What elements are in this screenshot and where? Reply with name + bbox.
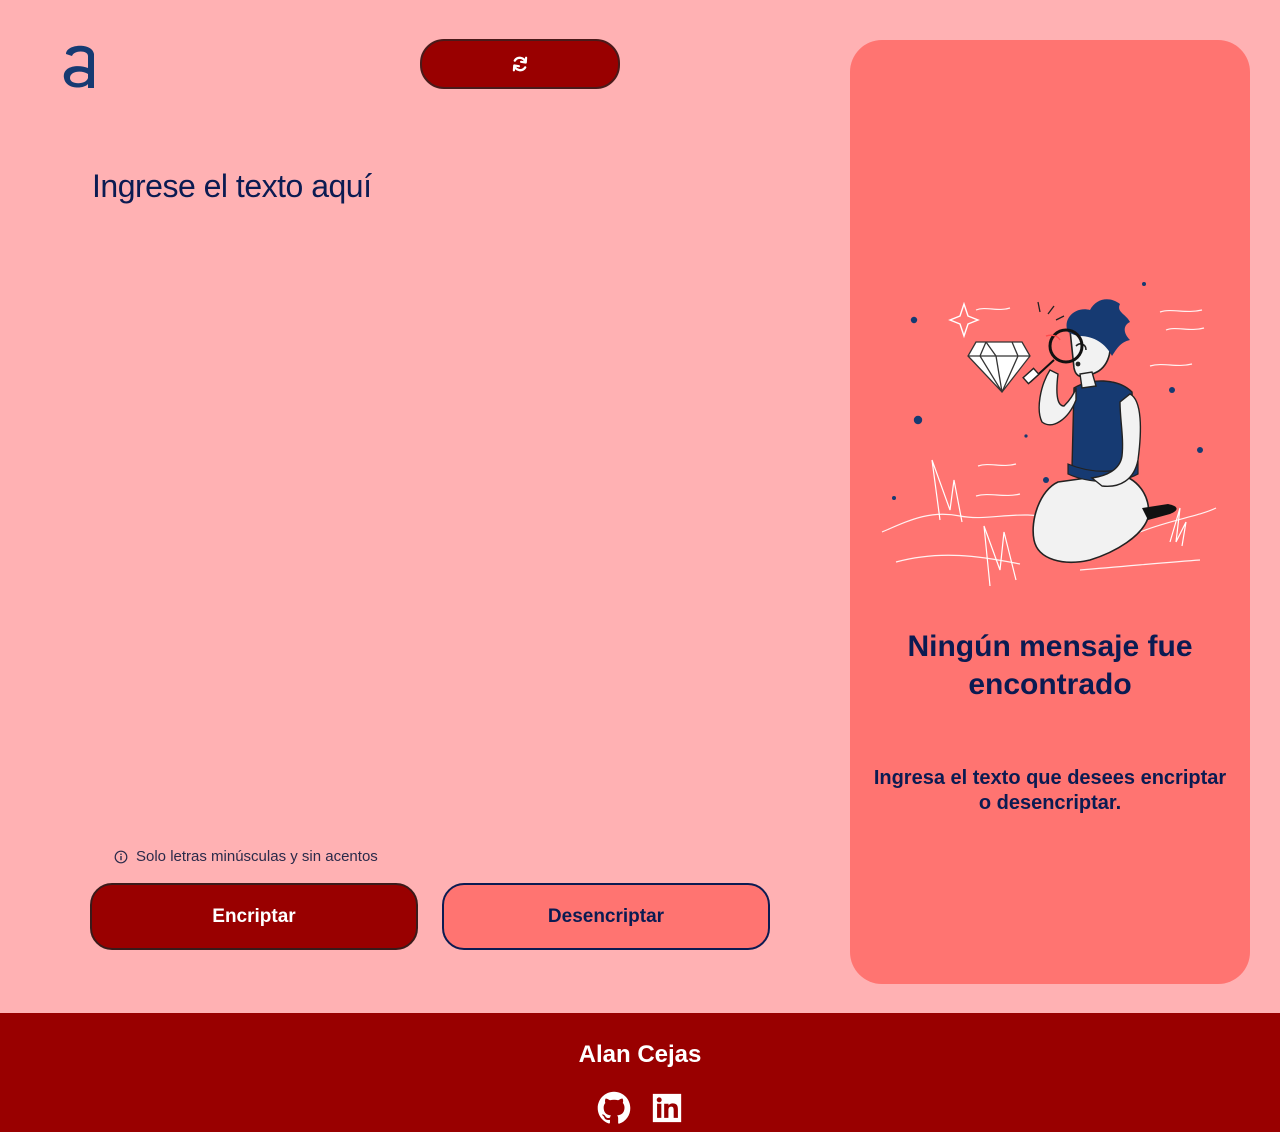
hint-text: Solo letras minúsculas y sin acentos — [136, 848, 378, 865]
info-icon — [114, 850, 128, 863]
theme-toggle-button[interactable] — [420, 39, 620, 89]
person-magnifying-glass-illustration — [881, 282, 1217, 587]
no-message-title: Ningún mensaje fue encontrado — [907, 630, 1193, 701]
linkedin-link[interactable] — [650, 1091, 684, 1125]
decrypt-button[interactable]: Desencriptar — [442, 883, 770, 950]
github-icon — [597, 1091, 631, 1124]
github-link[interactable] — [597, 1091, 631, 1125]
input-hint: Solo letras minúsculas y sin acentos — [114, 848, 378, 865]
refresh-icon — [512, 56, 528, 72]
message-input[interactable] — [92, 168, 772, 808]
author-name: Alan Cejas — [578, 1041, 702, 1068]
letter-a-logo — [62, 40, 98, 90]
linkedin-icon — [652, 1093, 682, 1123]
encrypt-button[interactable]: Encriptar — [90, 883, 418, 950]
result-panel: Ningún mensaje fue encontrado Ingresa el… — [850, 40, 1250, 984]
footer: Alan Cejas — [0, 1013, 1280, 1132]
no-message-description: Ingresa el texto que desees encriptar o … — [873, 767, 1227, 814]
